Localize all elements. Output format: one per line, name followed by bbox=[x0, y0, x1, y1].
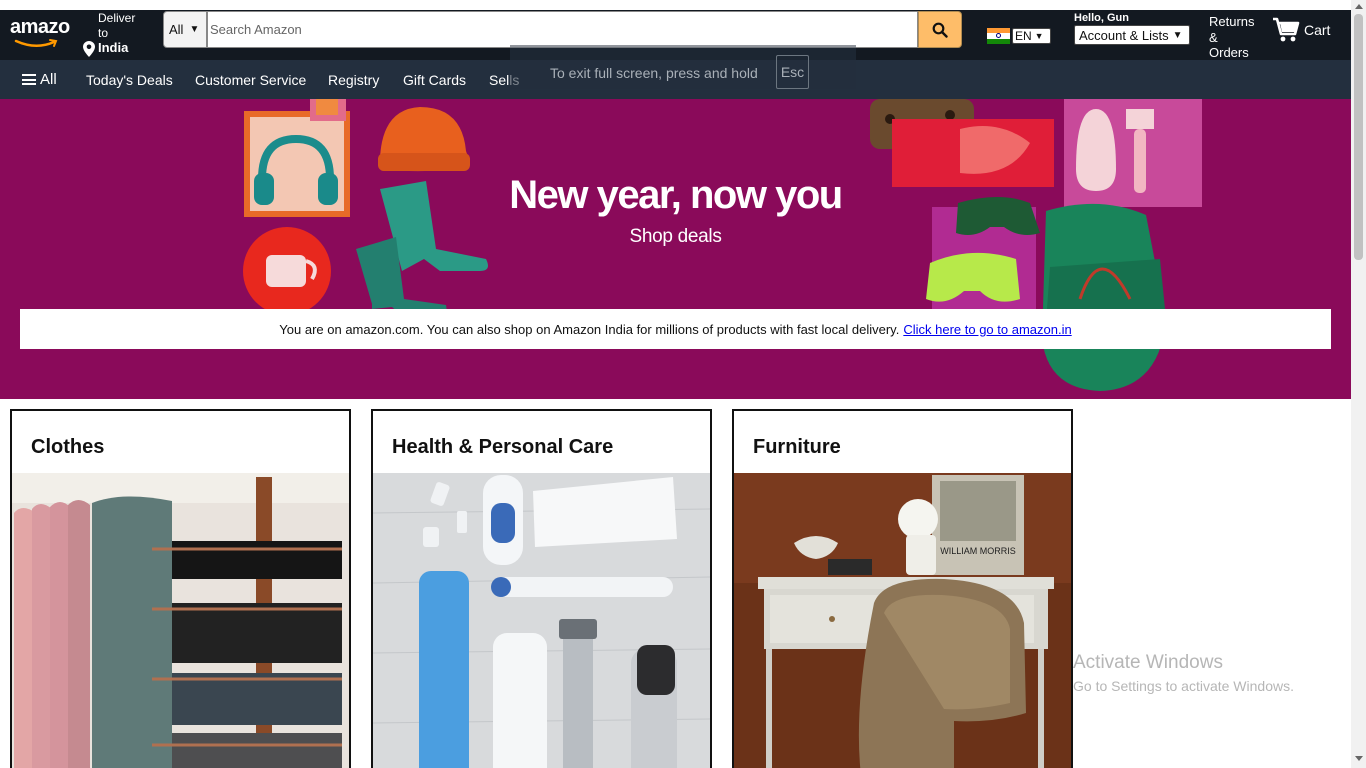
india-flag-icon bbox=[987, 28, 1010, 44]
search-category-select[interactable]: All ▼ bbox=[163, 11, 207, 48]
chevron-down-icon: ▼ bbox=[189, 24, 200, 35]
returns-label: Returns bbox=[1209, 14, 1255, 29]
account-lists-select[interactable]: Account & Lists ▼ bbox=[1074, 25, 1190, 45]
health-image[interactable] bbox=[373, 473, 710, 768]
language-value: EN bbox=[1015, 29, 1032, 43]
all-label: All bbox=[40, 71, 57, 88]
watermark-subtitle: Go to Settings to activate Windows. bbox=[1073, 678, 1294, 694]
esc-key-hint: Esc bbox=[776, 55, 809, 89]
nav-gift-cards[interactable]: Gift Cards bbox=[403, 72, 466, 88]
logo-text: amazo bbox=[10, 16, 70, 38]
poster-caption: WILLIAM MORRIS bbox=[940, 546, 1016, 556]
vertical-scrollbar[interactable] bbox=[1351, 0, 1366, 768]
desk-chair-image: WILLIAM MORRIS bbox=[734, 473, 1071, 768]
category-card-health[interactable]: Health & Personal Care bbox=[371, 409, 712, 768]
cart-button[interactable]: Cart bbox=[1272, 17, 1330, 43]
page: amazo Deliver to India All ▼ Search Amaz… bbox=[0, 0, 1366, 768]
deliver-country: India bbox=[98, 40, 129, 55]
watermark-title: Activate Windows bbox=[1073, 652, 1223, 673]
hero-products-illustration bbox=[243, 99, 1202, 391]
furniture-image[interactable]: WILLIAM MORRIS bbox=[734, 473, 1071, 768]
svg-text:WILLIAM MORRIS: WILLIAM MORRIS bbox=[940, 546, 1016, 556]
clothes-image[interactable] bbox=[12, 473, 349, 768]
scroll-thumb[interactable] bbox=[1354, 14, 1363, 260]
returns-orders-link[interactable]: Returns & Orders bbox=[1209, 14, 1255, 61]
locale-notice-text: You are on amazon.com. You can also shop… bbox=[279, 321, 900, 337]
fullscreen-message: To exit full screen, press and hold bbox=[550, 65, 758, 81]
greeting: Hello, Gun bbox=[1074, 12, 1129, 24]
cart-icon bbox=[1273, 17, 1300, 42]
fullscreen-toast: To exit full screen, press and hold Esc bbox=[510, 45, 856, 89]
chevron-down-icon: ▼ bbox=[1034, 31, 1044, 41]
search-icon bbox=[932, 22, 948, 38]
all-menu-button[interactable]: All bbox=[22, 71, 57, 88]
deliver-label: Deliver bbox=[98, 11, 136, 25]
location-pin-icon bbox=[83, 41, 95, 57]
nav-registry[interactable]: Registry bbox=[328, 72, 379, 88]
cart-label: Cart bbox=[1304, 22, 1331, 38]
amazon-smile-icon bbox=[14, 39, 58, 47]
scroll-up-arrow-icon[interactable] bbox=[1355, 4, 1363, 9]
returns-amp: & bbox=[1209, 29, 1218, 45]
hero-title: New year, now you bbox=[509, 173, 843, 217]
card-title: Clothes bbox=[31, 436, 105, 458]
nav-customer-service[interactable]: Customer Service bbox=[195, 72, 306, 88]
locale-notice: You are on amazon.com. You can also shop… bbox=[20, 309, 1331, 349]
search-input[interactable] bbox=[207, 11, 918, 48]
nav-todays-deals[interactable]: Today's Deals bbox=[86, 72, 173, 88]
account-menu[interactable]: Hello, Gun Account & Lists ▼ bbox=[1074, 12, 1190, 45]
card-title: Health & Personal Care bbox=[392, 436, 614, 458]
category-card-clothes[interactable]: Clothes bbox=[10, 409, 351, 768]
orders-label: Orders bbox=[1209, 45, 1249, 60]
windows-activation-watermark: Activate Windows Go to Settings to activ… bbox=[1073, 652, 1294, 694]
toiletries-image bbox=[373, 473, 710, 768]
deliver-to-label: to bbox=[98, 26, 109, 40]
language-selector[interactable]: EN ▼ bbox=[987, 26, 1051, 46]
chevron-down-icon: ▼ bbox=[1172, 29, 1183, 41]
account-lists-value: Account & Lists bbox=[1079, 27, 1169, 43]
card-title: Furniture bbox=[753, 436, 841, 458]
hamburger-icon bbox=[22, 72, 36, 88]
amazon-logo[interactable]: amazo bbox=[10, 16, 74, 52]
clothes-hanger-image bbox=[12, 473, 349, 768]
search-button[interactable] bbox=[918, 11, 962, 48]
language-select[interactable]: EN ▼ bbox=[1012, 28, 1051, 44]
category-card-furniture[interactable]: Furniture WILLIAM MORRIS bbox=[732, 409, 1073, 768]
scroll-down-arrow-icon[interactable] bbox=[1355, 756, 1363, 761]
hero-banner[interactable]: New year, now you Shop deals You are on … bbox=[0, 99, 1351, 399]
deliver-to-location[interactable]: Deliver to India bbox=[83, 11, 143, 57]
hero-subtitle[interactable]: Shop deals bbox=[0, 226, 1351, 248]
search-category-value: All bbox=[169, 22, 184, 37]
amazon-in-link[interactable]: Click here to go to amazon.in bbox=[903, 322, 1071, 337]
